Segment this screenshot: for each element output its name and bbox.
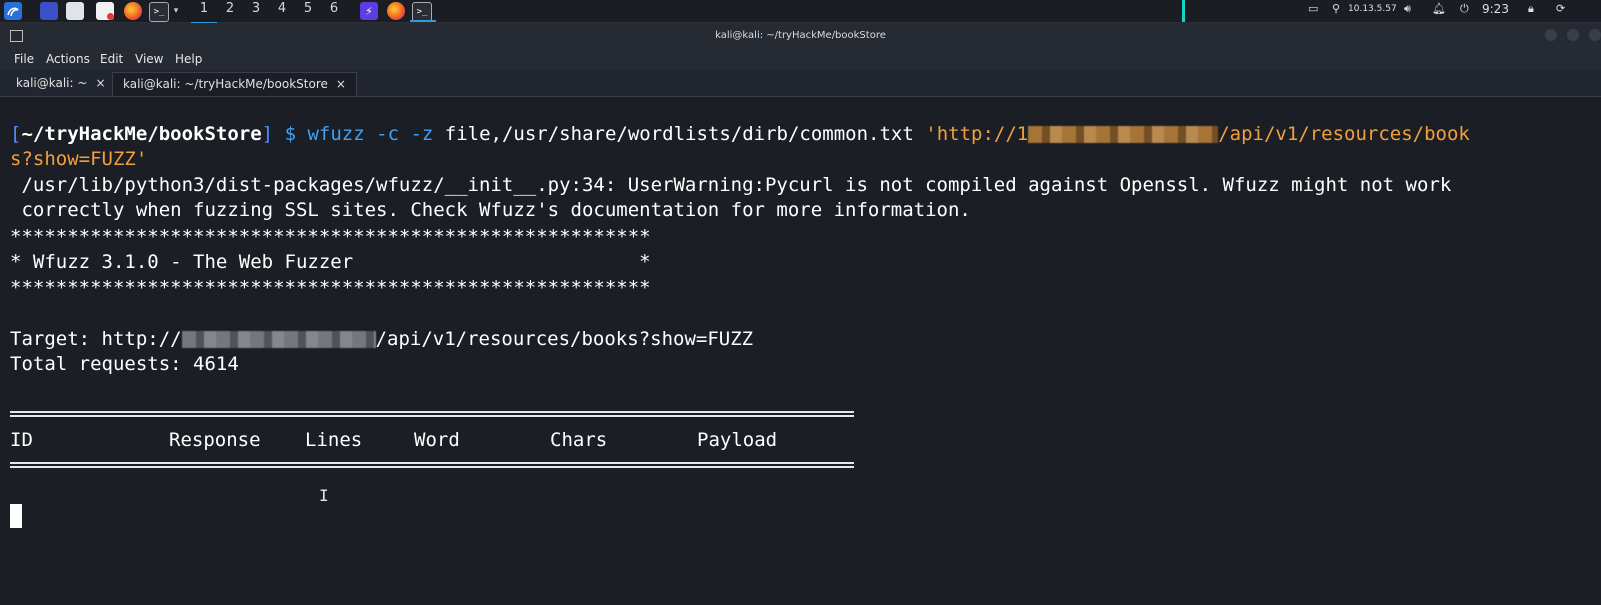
target-line: Target: http:// /api/v1/resources/books?s… bbox=[10, 327, 753, 352]
workspace-1[interactable]: 1 bbox=[191, 0, 217, 24]
menu-bar: File Actions Edit View Help bbox=[0, 49, 1601, 70]
maximize-button[interactable] bbox=[1567, 29, 1579, 41]
terminal-window-icon[interactable]: >_ bbox=[412, 2, 432, 22]
table-rule-top bbox=[10, 411, 854, 417]
target-suffix: /api/v1/resources/books?show=FUZZ bbox=[375, 328, 754, 350]
col-payload: Payload bbox=[697, 429, 778, 451]
notification-bell-icon[interactable]: 🔔︎ bbox=[1432, 0, 1446, 22]
terminal-launcher-icon[interactable]: >_ bbox=[149, 2, 169, 22]
firefox-window-icon[interactable] bbox=[387, 2, 405, 20]
banner-bottom: ****************************************… bbox=[10, 276, 651, 299]
command-flags: -c -z bbox=[376, 123, 434, 145]
command-program: wfuzz bbox=[307, 123, 365, 145]
active-window-indicator bbox=[410, 20, 436, 22]
menu-actions[interactable]: Actions bbox=[46, 52, 90, 66]
prompt-symbol: $ bbox=[284, 123, 297, 145]
tab-bookstore[interactable]: kali@kali: ~/tryHackMe/bookStore × bbox=[112, 72, 357, 96]
banner-top: ****************************************… bbox=[10, 226, 651, 248]
firefox-icon[interactable] bbox=[124, 2, 142, 20]
text-editor-icon[interactable] bbox=[96, 2, 114, 20]
prompt-path: ~/tryHackMe/bookStore bbox=[21, 123, 262, 145]
redacted-host bbox=[1028, 126, 1219, 143]
close-button[interactable] bbox=[1589, 29, 1601, 41]
logout-icon[interactable]: ⟳ bbox=[1556, 0, 1565, 22]
command-url-end: /api/v1/resources/book bbox=[1218, 123, 1470, 145]
warning-line-1: /usr/lib/python3/dist-packages/wfuzz/__i… bbox=[10, 173, 1452, 196]
prompt-bracket-close: ] bbox=[261, 123, 274, 145]
target-prefix: Target: http:// bbox=[10, 328, 182, 350]
prompt-bracket-open: [ bbox=[10, 123, 22, 145]
clock: 9:23 bbox=[1482, 2, 1509, 16]
col-chars: Chars bbox=[550, 429, 608, 451]
show-desktop-icon[interactable] bbox=[40, 2, 58, 20]
chevron-down-icon[interactable]: ▾ bbox=[170, 2, 182, 20]
app-icon[interactable]: ⚡ bbox=[360, 2, 378, 20]
workspace-6[interactable]: 6 bbox=[321, 0, 347, 22]
col-lines: Lines bbox=[305, 429, 363, 451]
menu-file[interactable]: File bbox=[14, 52, 34, 66]
terminal-output[interactable]: [~/tryHackMe/bookStore] $ wfuzz -c -z fi… bbox=[10, 122, 1595, 605]
mouse-ibeam-cursor: I bbox=[319, 486, 329, 505]
close-tab-icon[interactable]: × bbox=[95, 76, 105, 90]
minimize-button[interactable] bbox=[1545, 29, 1557, 41]
col-word: Word bbox=[414, 429, 460, 451]
workspace-3[interactable]: 3 bbox=[243, 0, 269, 22]
banner-text: * Wfuzz 3.1.0 - The Web Fuzzer * bbox=[10, 251, 651, 274]
col-response: Response bbox=[169, 429, 261, 451]
tab-bar: kali@kali: ~ × kali@kali: ~/tryHackMe/boo… bbox=[0, 70, 1601, 97]
redacted-target-host bbox=[181, 331, 376, 348]
lock-icon[interactable]: 🔒︎ bbox=[1528, 0, 1534, 22]
total-requests: Total requests: 4614 bbox=[10, 353, 239, 376]
menu-edit[interactable]: Edit bbox=[100, 52, 123, 66]
top-panel: >_ ▾ 1 2 3 4 5 6 ⚡ >_ ▭ ⚲ 10.13.5.57 🔊︎ … bbox=[0, 0, 1601, 24]
window-title: kali@kali: ~/tryHackMe/bookStore bbox=[715, 30, 886, 41]
workspace-5[interactable]: 5 bbox=[295, 0, 321, 22]
window-titlebar: kali@kali: ~/tryHackMe/bookStore bbox=[0, 23, 1601, 49]
kali-menu-icon[interactable] bbox=[4, 2, 22, 20]
tab-label: kali@kali: ~/tryHackMe/bookStore bbox=[123, 77, 328, 91]
table-rule-bottom bbox=[10, 462, 854, 468]
close-tab-icon[interactable]: × bbox=[336, 77, 346, 91]
prompt-line: [~/tryHackMe/bookStore] $ wfuzz -c -z fi… bbox=[10, 122, 1470, 147]
terminal-block-cursor bbox=[10, 504, 22, 528]
network-icon[interactable]: ⚲ bbox=[1332, 0, 1340, 22]
cpu-graph bbox=[1176, 0, 1286, 22]
workspace-4[interactable]: 4 bbox=[269, 0, 295, 22]
menu-view[interactable]: View bbox=[135, 52, 163, 66]
command-wordlist: file,/usr/share/wordlists/dirb/common.tx… bbox=[444, 123, 914, 145]
command-url-start: 'http://1 bbox=[925, 123, 1029, 145]
power-icon[interactable]: ⏻ bbox=[1460, 0, 1469, 22]
tab-label: kali@kali: ~ bbox=[16, 76, 88, 90]
menu-help[interactable]: Help bbox=[175, 52, 202, 66]
display-icon[interactable]: ▭ bbox=[1308, 0, 1318, 22]
file-manager-icon[interactable] bbox=[66, 2, 84, 20]
tab-home[interactable]: kali@kali: ~ × bbox=[6, 72, 116, 96]
workspace-2[interactable]: 2 bbox=[217, 0, 243, 22]
volume-icon[interactable]: 🔊︎ bbox=[1404, 0, 1411, 22]
ip-address: 10.13.5.57 bbox=[1348, 4, 1397, 14]
col-id: ID bbox=[10, 429, 33, 451]
warning-line-2: correctly when fuzzing SSL sites. Check … bbox=[10, 199, 971, 222]
command-url-wrap: s?show=FUZZ' bbox=[10, 148, 148, 171]
